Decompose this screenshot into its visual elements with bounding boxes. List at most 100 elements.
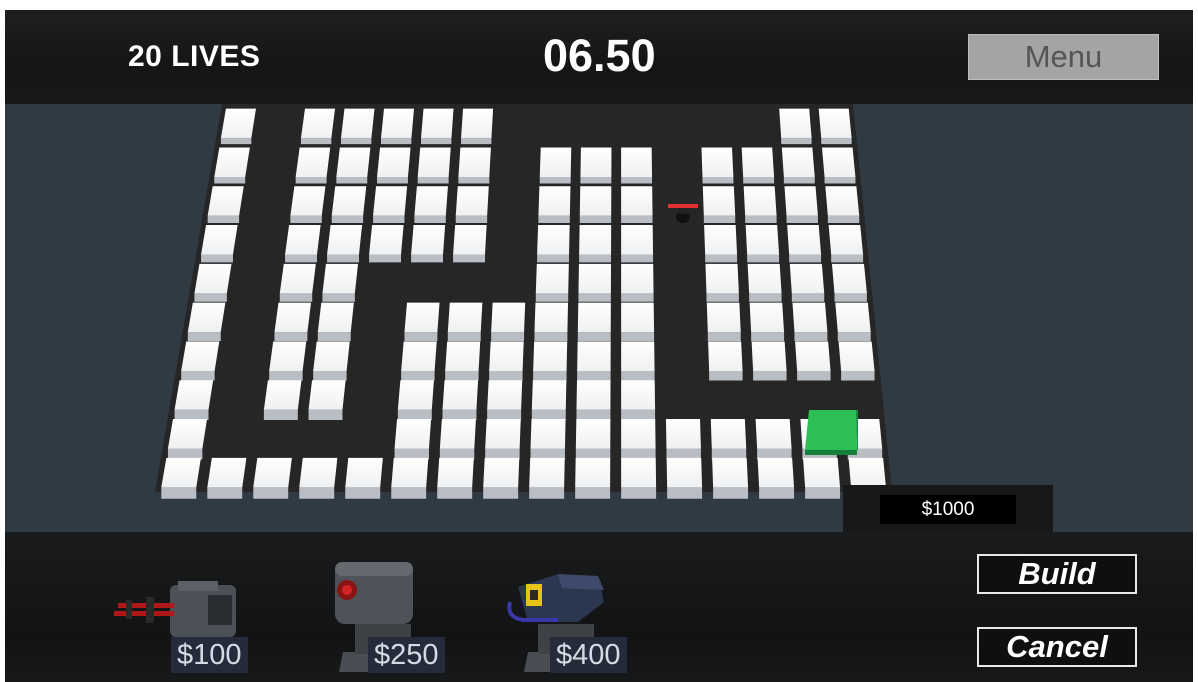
build-tile[interactable] (666, 457, 703, 488)
build-tile[interactable] (317, 302, 354, 333)
build-tile[interactable] (710, 419, 747, 449)
build-tile[interactable] (489, 341, 524, 371)
build-tile[interactable] (578, 263, 612, 294)
tile-grid[interactable] (5, 104, 1193, 532)
build-tile[interactable] (300, 108, 336, 139)
cancel-button[interactable]: Cancel (977, 627, 1137, 667)
build-tile[interactable] (394, 419, 432, 449)
build-tile[interactable] (789, 263, 825, 294)
build-tile[interactable] (336, 147, 371, 177)
build-tile[interactable] (741, 147, 775, 177)
build-tile[interactable] (743, 186, 777, 216)
build-tile[interactable] (831, 263, 867, 294)
build-tile[interactable] (538, 186, 571, 216)
build-tile[interactable] (621, 380, 656, 410)
tower-slot-1[interactable]: $100 (108, 567, 258, 677)
build-tile[interactable] (174, 380, 214, 410)
build-tile[interactable] (263, 380, 302, 410)
build-tile[interactable] (835, 302, 871, 333)
build-tile[interactable] (787, 225, 822, 255)
build-tile[interactable] (704, 225, 738, 255)
build-tile[interactable] (380, 108, 415, 139)
build-tile[interactable] (539, 147, 572, 177)
build-tile[interactable] (621, 147, 653, 177)
build-tile[interactable] (439, 419, 476, 449)
build-tile[interactable] (299, 457, 338, 488)
build-tile[interactable] (747, 263, 782, 294)
build-tile[interactable] (577, 302, 611, 333)
build-tile[interactable] (491, 302, 526, 333)
build-tile[interactable] (701, 147, 734, 177)
build-tile[interactable] (290, 186, 326, 216)
build-tile[interactable] (838, 341, 875, 371)
build-tile[interactable] (665, 419, 701, 449)
build-tile[interactable] (340, 108, 375, 139)
build-tile[interactable] (530, 419, 566, 449)
build-tile[interactable] (327, 225, 363, 255)
build-tile[interactable] (322, 263, 359, 294)
build-tile[interactable] (331, 186, 367, 216)
build-tile[interactable] (458, 147, 491, 177)
build-tile[interactable] (207, 457, 247, 488)
build-tile[interactable] (576, 380, 611, 410)
build-tile[interactable] (417, 147, 451, 177)
build-tile[interactable] (621, 186, 653, 216)
build-tile[interactable] (455, 186, 489, 216)
build-tile[interactable] (621, 341, 655, 371)
build-tile[interactable] (220, 108, 256, 139)
build-tile[interactable] (377, 147, 411, 177)
build-tile[interactable] (575, 419, 611, 449)
build-tile[interactable] (745, 225, 780, 255)
build-tile[interactable] (483, 457, 520, 488)
build-tile[interactable] (749, 302, 785, 333)
build-tile[interactable] (779, 108, 812, 139)
build-tile[interactable] (702, 186, 736, 216)
tower-slot-2[interactable]: $250 (325, 552, 465, 677)
build-tile[interactable] (253, 457, 292, 488)
build-tile[interactable] (194, 263, 232, 294)
game-board-area[interactable] (5, 104, 1193, 532)
build-tile[interactable] (485, 419, 521, 449)
build-tile[interactable] (447, 302, 483, 333)
build-tile[interactable] (792, 302, 828, 333)
build-tile[interactable] (397, 380, 434, 410)
build-tile[interactable] (391, 457, 429, 488)
build-tile[interactable] (535, 263, 569, 294)
build-tile[interactable] (437, 457, 474, 488)
menu-button[interactable]: Menu (968, 34, 1159, 80)
build-tile[interactable] (531, 380, 567, 410)
build-tile[interactable] (461, 108, 494, 139)
build-tile[interactable] (751, 341, 787, 371)
build-button[interactable]: Build (977, 554, 1137, 594)
build-tile[interactable] (345, 457, 383, 488)
build-tile[interactable] (621, 457, 657, 488)
build-tile[interactable] (285, 225, 321, 255)
build-tile[interactable] (373, 186, 408, 216)
build-tile[interactable] (529, 457, 565, 488)
build-tile[interactable] (705, 263, 739, 294)
build-tile[interactable] (579, 225, 612, 255)
build-tile[interactable] (784, 186, 818, 216)
build-tile[interactable] (781, 147, 815, 177)
build-tile[interactable] (313, 341, 350, 371)
build-tile[interactable] (575, 457, 611, 488)
build-tile[interactable] (757, 457, 795, 488)
build-tile[interactable] (161, 457, 201, 488)
build-tile[interactable] (755, 419, 792, 449)
build-tile[interactable] (279, 263, 316, 294)
build-tile[interactable] (274, 302, 312, 333)
build-tile[interactable] (442, 380, 479, 410)
build-tile[interactable] (369, 225, 404, 255)
build-tile[interactable] (411, 225, 446, 255)
build-tile[interactable] (167, 419, 208, 449)
build-tile[interactable] (803, 457, 841, 488)
build-tile[interactable] (621, 225, 654, 255)
build-tile[interactable] (421, 108, 454, 139)
build-tile[interactable] (308, 380, 346, 410)
build-tile[interactable] (269, 341, 307, 371)
tower-slot-3[interactable]: $400 (498, 562, 638, 677)
build-tile[interactable] (825, 186, 860, 216)
build-tile[interactable] (487, 380, 523, 410)
build-tile[interactable] (201, 225, 238, 255)
build-tile[interactable] (533, 341, 568, 371)
